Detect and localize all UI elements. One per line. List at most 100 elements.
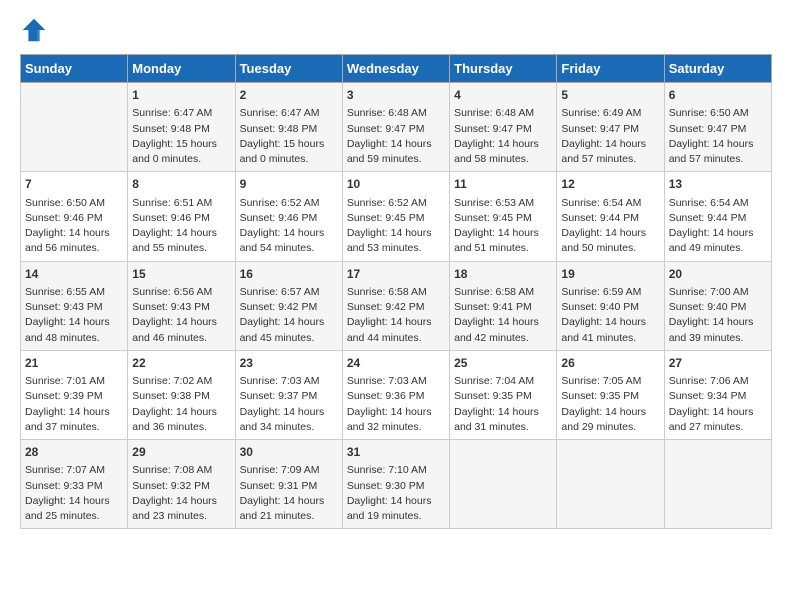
day-number: 16 — [240, 266, 338, 283]
day-number: 10 — [347, 176, 445, 193]
day-number: 12 — [561, 176, 659, 193]
calendar-cell: 20 Sunrise: 7:00 AMSunset: 9:40 PMDayligh… — [664, 261, 771, 350]
calendar-week-3: 14 Sunrise: 6:55 AMSunset: 9:43 PMDayligh… — [21, 261, 772, 350]
calendar-cell: 11Sunrise: 6:53 AMSunset: 9:45 PMDayligh… — [450, 172, 557, 261]
cell-content: Sunrise: 7:06 AMSunset: 9:34 PMDaylight:… — [669, 374, 767, 435]
calendar-cell: 10 Sunrise: 6:52 AMSunset: 9:45 PMDayligh… — [342, 172, 449, 261]
calendar-week-1: 1 Sunrise: 6:47 AMSunset: 9:48 PMDaylight… — [21, 83, 772, 172]
day-number: 19 — [561, 266, 659, 283]
day-number: 14 — [25, 266, 123, 283]
cell-content: Sunrise: 6:57 AMSunset: 9:42 PMDaylight:… — [240, 285, 338, 346]
cell-content: Sunrise: 6:50 AMSunset: 9:47 PMDaylight:… — [669, 106, 767, 167]
cell-content: Sunrise: 6:47 AMSunset: 9:48 PMDaylight:… — [240, 106, 338, 167]
calendar-cell: 13 Sunrise: 6:54 AMSunset: 9:44 PMDayligh… — [664, 172, 771, 261]
calendar-cell — [21, 83, 128, 172]
calendar-cell — [450, 440, 557, 529]
calendar-cell: 14 Sunrise: 6:55 AMSunset: 9:43 PMDayligh… — [21, 261, 128, 350]
cell-content: Sunrise: 6:56 AMSunset: 9:43 PMDaylight:… — [132, 285, 230, 346]
calendar-cell: 24 Sunrise: 7:03 AMSunset: 9:36 PMDayligh… — [342, 350, 449, 439]
day-number: 31 — [347, 444, 445, 461]
calendar-cell: 7Sunrise: 6:50 AMSunset: 9:46 PMDaylight… — [21, 172, 128, 261]
cell-content: Sunrise: 6:47 AMSunset: 9:48 PMDaylight:… — [132, 106, 230, 167]
header-day-monday: Monday — [128, 55, 235, 83]
calendar-cell: 23 Sunrise: 7:03 AMSunset: 9:37 PMDayligh… — [235, 350, 342, 439]
calendar-cell: 16 Sunrise: 6:57 AMSunset: 9:42 PMDayligh… — [235, 261, 342, 350]
day-number: 6 — [669, 87, 767, 104]
calendar-cell: 29 Sunrise: 7:08 AMSunset: 9:32 PMDayligh… — [128, 440, 235, 529]
day-number: 5 — [561, 87, 659, 104]
calendar-cell: 25 Sunrise: 7:04 AMSunset: 9:35 PMDayligh… — [450, 350, 557, 439]
day-number: 25 — [454, 355, 552, 372]
calendar-cell: 3Sunrise: 6:48 AMSunset: 9:47 PMDaylight… — [342, 83, 449, 172]
day-number: 17 — [347, 266, 445, 283]
calendar-cell: 4Sunrise: 6:48 AMSunset: 9:47 PMDaylight… — [450, 83, 557, 172]
cell-content: Sunrise: 7:10 AMSunset: 9:30 PMDaylight:… — [347, 463, 445, 524]
cell-content: Sunrise: 7:05 AMSunset: 9:35 PMDaylight:… — [561, 374, 659, 435]
calendar-cell: 1 Sunrise: 6:47 AMSunset: 9:48 PMDaylight… — [128, 83, 235, 172]
calendar-week-4: 21Sunrise: 7:01 AMSunset: 9:39 PMDayligh… — [21, 350, 772, 439]
cell-content: Sunrise: 6:55 AMSunset: 9:43 PMDaylight:… — [25, 285, 123, 346]
calendar-cell: 8Sunrise: 6:51 AMSunset: 9:46 PMDaylight… — [128, 172, 235, 261]
day-number: 8 — [132, 176, 230, 193]
cell-content: Sunrise: 7:00 AMSunset: 9:40 PMDaylight:… — [669, 285, 767, 346]
day-number: 1 — [132, 87, 230, 104]
day-number: 23 — [240, 355, 338, 372]
day-number: 15 — [132, 266, 230, 283]
header-day-wednesday: Wednesday — [342, 55, 449, 83]
cell-content: Sunrise: 6:58 AMSunset: 9:41 PMDaylight:… — [454, 285, 552, 346]
day-number: 20 — [669, 266, 767, 283]
cell-content: Sunrise: 6:49 AMSunset: 9:47 PMDaylight:… — [561, 106, 659, 167]
day-number: 7 — [25, 176, 123, 193]
cell-content: Sunrise: 7:03 AMSunset: 9:36 PMDaylight:… — [347, 374, 445, 435]
calendar-cell: 22 Sunrise: 7:02 AMSunset: 9:38 PMDayligh… — [128, 350, 235, 439]
calendar-cell: 28 Sunrise: 7:07 AMSunset: 9:33 PMDayligh… — [21, 440, 128, 529]
cell-content: Sunrise: 6:58 AMSunset: 9:42 PMDaylight:… — [347, 285, 445, 346]
day-number: 13 — [669, 176, 767, 193]
cell-content: Sunrise: 6:54 AMSunset: 9:44 PMDaylight:… — [669, 196, 767, 257]
calendar-cell: 31 Sunrise: 7:10 AMSunset: 9:30 PMDayligh… — [342, 440, 449, 529]
calendar-table: SundayMondayTuesdayWednesdayThursdayFrid… — [20, 54, 772, 529]
calendar-cell: 6 Sunrise: 6:50 AMSunset: 9:47 PMDaylight… — [664, 83, 771, 172]
calendar-cell: 30Sunrise: 7:09 AMSunset: 9:31 PMDayligh… — [235, 440, 342, 529]
cell-content: Sunrise: 7:07 AMSunset: 9:33 PMDaylight:… — [25, 463, 123, 524]
calendar-cell: 5 Sunrise: 6:49 AMSunset: 9:47 PMDaylight… — [557, 83, 664, 172]
day-number: 18 — [454, 266, 552, 283]
calendar-cell: 19 Sunrise: 6:59 AMSunset: 9:40 PMDayligh… — [557, 261, 664, 350]
day-number: 29 — [132, 444, 230, 461]
logo-icon — [20, 16, 48, 44]
page-header — [20, 16, 772, 44]
calendar-cell — [557, 440, 664, 529]
header-day-thursday: Thursday — [450, 55, 557, 83]
calendar-header-row: SundayMondayTuesdayWednesdayThursdayFrid… — [21, 55, 772, 83]
calendar-cell: 9Sunrise: 6:52 AMSunset: 9:46 PMDaylight… — [235, 172, 342, 261]
cell-content: Sunrise: 6:48 AMSunset: 9:47 PMDaylight:… — [454, 106, 552, 167]
day-number: 9 — [240, 176, 338, 193]
cell-content: Sunrise: 6:48 AMSunset: 9:47 PMDaylight:… — [347, 106, 445, 167]
cell-content: Sunrise: 7:08 AMSunset: 9:32 PMDaylight:… — [132, 463, 230, 524]
calendar-cell: 26 Sunrise: 7:05 AMSunset: 9:35 PMDayligh… — [557, 350, 664, 439]
cell-content: Sunrise: 7:03 AMSunset: 9:37 PMDaylight:… — [240, 374, 338, 435]
calendar-cell: 18 Sunrise: 6:58 AMSunset: 9:41 PMDayligh… — [450, 261, 557, 350]
calendar-cell: 27 Sunrise: 7:06 AMSunset: 9:34 PMDayligh… — [664, 350, 771, 439]
calendar-cell: 17 Sunrise: 6:58 AMSunset: 9:42 PMDayligh… — [342, 261, 449, 350]
day-number: 22 — [132, 355, 230, 372]
calendar-week-5: 28 Sunrise: 7:07 AMSunset: 9:33 PMDayligh… — [21, 440, 772, 529]
day-number: 2 — [240, 87, 338, 104]
calendar-cell: 12Sunrise: 6:54 AMSunset: 9:44 PMDayligh… — [557, 172, 664, 261]
header-day-sunday: Sunday — [21, 55, 128, 83]
header-day-saturday: Saturday — [664, 55, 771, 83]
logo — [20, 16, 52, 44]
cell-content: Sunrise: 6:59 AMSunset: 9:40 PMDaylight:… — [561, 285, 659, 346]
header-day-tuesday: Tuesday — [235, 55, 342, 83]
calendar-cell: 21Sunrise: 7:01 AMSunset: 9:39 PMDayligh… — [21, 350, 128, 439]
cell-content: Sunrise: 7:04 AMSunset: 9:35 PMDaylight:… — [454, 374, 552, 435]
header-day-friday: Friday — [557, 55, 664, 83]
day-number: 27 — [669, 355, 767, 372]
day-number: 24 — [347, 355, 445, 372]
cell-content: Sunrise: 7:02 AMSunset: 9:38 PMDaylight:… — [132, 374, 230, 435]
day-number: 28 — [25, 444, 123, 461]
day-number: 26 — [561, 355, 659, 372]
cell-content: Sunrise: 6:53 AMSunset: 9:45 PMDaylight:… — [454, 196, 552, 257]
cell-content: Sunrise: 6:52 AMSunset: 9:45 PMDaylight:… — [347, 196, 445, 257]
cell-content: Sunrise: 7:01 AMSunset: 9:39 PMDaylight:… — [25, 374, 123, 435]
